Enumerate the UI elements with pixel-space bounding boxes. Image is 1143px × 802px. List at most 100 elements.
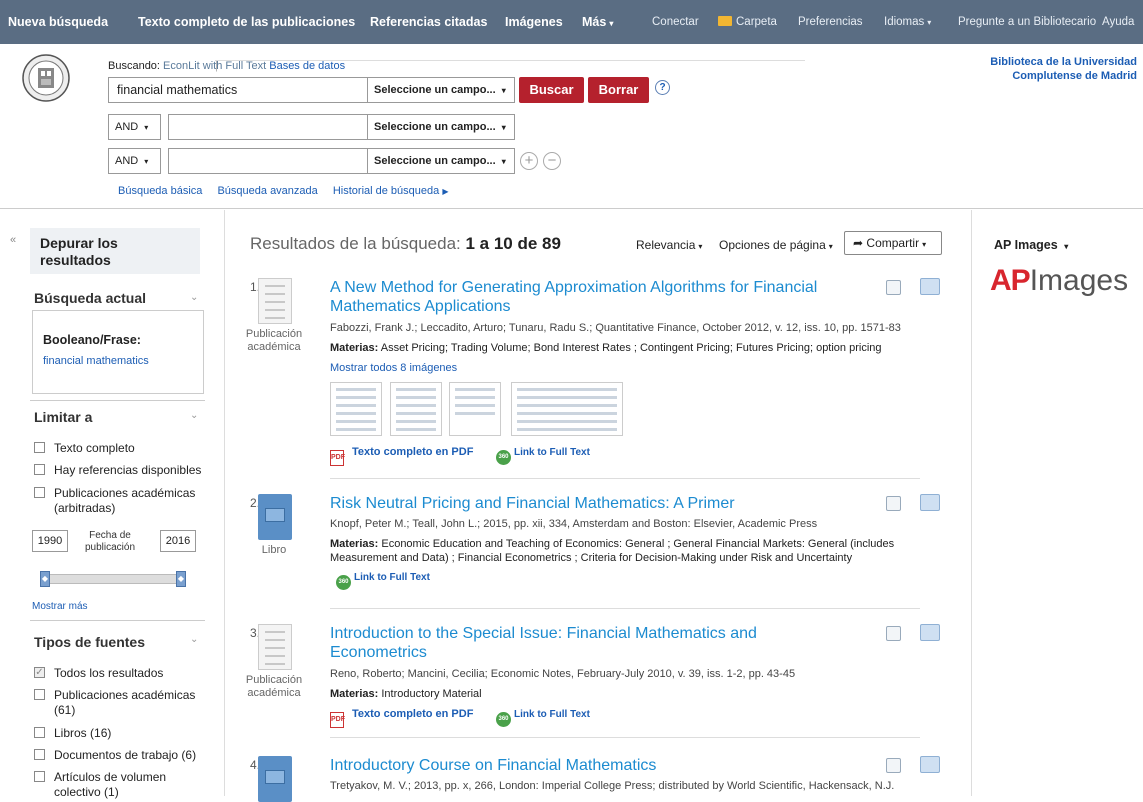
- pdf-full-text-link[interactable]: PDF Texto completo en PDF: [330, 708, 473, 728]
- image-thumbnail[interactable]: [390, 382, 442, 436]
- checkbox[interactable]: [34, 442, 45, 453]
- checkbox[interactable]: [34, 749, 45, 760]
- result-subjects: Materias: Introductory Material: [330, 687, 910, 701]
- nav-sign-in[interactable]: Conectar: [652, 0, 699, 44]
- nav-more[interactable]: Más ▾: [582, 0, 613, 44]
- limit-full-text[interactable]: Texto completo: [34, 441, 135, 456]
- source-working-papers[interactable]: Documentos de trabajo (6): [34, 748, 196, 763]
- limit-peer-reviewed[interactable]: Publicaciones académicas (arbitradas): [34, 486, 204, 516]
- result-item: 4. Introductory Course on Financial Math…: [244, 756, 944, 802]
- nav-full-text-publications[interactable]: Texto completo de las publicaciones: [138, 0, 355, 44]
- add-row-icon[interactable]: +: [520, 152, 538, 170]
- checkbox[interactable]: [34, 689, 45, 700]
- date-slider-track[interactable]: [40, 574, 185, 584]
- field-select-2[interactable]: Seleccione un campo... ▾: [367, 114, 515, 140]
- field-select-1[interactable]: Seleccione un campo... ▾: [367, 77, 515, 103]
- checkbox-label: Todos los resultados: [54, 666, 164, 680]
- book-icon[interactable]: [258, 494, 292, 540]
- ap-images-title: AP Images: [994, 238, 1058, 252]
- checkbox[interactable]: [34, 464, 45, 475]
- year-to-input[interactable]: 2016: [160, 530, 196, 552]
- chevron-down-icon[interactable]: ⌄: [190, 634, 198, 645]
- add-to-folder-icon[interactable]: [920, 494, 940, 511]
- search-button[interactable]: Buscar: [519, 77, 584, 103]
- link-to-full-text[interactable]: 360 Link to Full Text: [496, 709, 590, 727]
- pdf-full-text-link[interactable]: PDF Texto completo en PDF: [330, 446, 473, 466]
- publication-type: Publicación académica: [245, 674, 303, 699]
- search-input-2[interactable]: [168, 114, 368, 140]
- field-select-3[interactable]: Seleccione un campo... ▾: [367, 148, 515, 174]
- advanced-search-link[interactable]: Búsqueda avanzada: [217, 185, 317, 197]
- academic-publication-icon[interactable]: [258, 624, 292, 670]
- share-button[interactable]: ➦ Compartir ▾: [844, 231, 942, 255]
- source-books[interactable]: Libros (16): [34, 726, 111, 741]
- link-to-full-text[interactable]: 360 Link to Full Text: [496, 447, 590, 465]
- slider-handle-right[interactable]: ◆: [176, 571, 186, 587]
- result-title-link[interactable]: Risk Neutral Pricing and Financial Mathe…: [330, 494, 850, 513]
- preview-magnifier-icon[interactable]: [886, 758, 901, 773]
- search-history-link[interactable]: Historial de búsqueda ▶: [333, 185, 449, 197]
- preview-magnifier-icon[interactable]: [886, 626, 901, 641]
- chevron-down-icon[interactable]: ⌄: [190, 292, 198, 303]
- show-more-link[interactable]: Mostrar más: [32, 601, 88, 612]
- institution-name[interactable]: Biblioteca de la Universidad Complutense…: [990, 55, 1137, 83]
- bool-select-2[interactable]: AND ▾: [108, 114, 161, 140]
- databases-link[interactable]: Bases de datos: [269, 60, 345, 72]
- nav-new-search[interactable]: Nueva búsqueda: [8, 0, 108, 44]
- basic-search-link[interactable]: Búsqueda básica: [118, 185, 202, 197]
- sort-relevance-dropdown[interactable]: Relevancia ▾: [636, 238, 702, 252]
- checkmark-icon[interactable]: ✓: [34, 667, 45, 678]
- add-to-folder-icon[interactable]: [920, 624, 940, 641]
- checkbox-label: Publicaciones académicas (61): [54, 688, 196, 717]
- results-heading: Resultados de la búsqueda: 1 a 10 de 89: [250, 234, 561, 254]
- ap-images-logo[interactable]: APImages: [990, 264, 1128, 298]
- show-all-images-link[interactable]: Mostrar todos 8 imágenes: [330, 362, 457, 374]
- preview-magnifier-icon[interactable]: [886, 496, 901, 511]
- limit-to-heading[interactable]: Limitar a: [34, 409, 92, 425]
- checkbox[interactable]: [34, 727, 45, 738]
- ap-images-dropdown[interactable]: AP Images ▾: [994, 238, 1068, 252]
- ap-logo-text: Images: [1029, 264, 1129, 297]
- preview-magnifier-icon[interactable]: [886, 280, 901, 295]
- search-input-1[interactable]: financial mathematics: [108, 77, 368, 103]
- checkbox[interactable]: [34, 487, 45, 498]
- nav-ask-librarian[interactable]: Pregunte a un Bibliotecario: [958, 0, 1096, 44]
- nav-help[interactable]: Ayuda: [1102, 0, 1134, 44]
- nav-languages[interactable]: Idiomas ▾: [884, 0, 931, 44]
- chevron-down-icon: ▾: [501, 123, 506, 132]
- limit-references-available[interactable]: Hay referencias disponibles: [34, 463, 201, 478]
- remove-row-icon[interactable]: −: [543, 152, 561, 170]
- clear-button[interactable]: Borrar: [588, 77, 649, 103]
- help-icon[interactable]: ?: [655, 80, 670, 95]
- nav-folder[interactable]: Carpeta: [718, 0, 777, 44]
- checkbox[interactable]: [34, 771, 45, 782]
- image-thumbnail[interactable]: [511, 382, 623, 436]
- page-options-dropdown[interactable]: Opciones de página ▾: [719, 238, 833, 252]
- result-title-link[interactable]: A New Method for Generating Approximatio…: [330, 278, 850, 316]
- nav-cited-references[interactable]: Referencias citadas: [370, 0, 487, 44]
- year-from-input[interactable]: 1990: [32, 530, 68, 552]
- academic-publication-icon[interactable]: [258, 278, 292, 324]
- collapse-sidebar-icon[interactable]: «: [10, 234, 16, 246]
- boolean-phrase-value[interactable]: financial mathematics: [43, 355, 149, 367]
- current-search-heading[interactable]: Búsqueda actual: [34, 290, 146, 306]
- source-types-heading[interactable]: Tipos de fuentes: [34, 634, 145, 650]
- search-input-3[interactable]: [168, 148, 368, 174]
- add-to-folder-icon[interactable]: [920, 756, 940, 773]
- link-to-full-text[interactable]: 360 Link to Full Text: [336, 572, 430, 590]
- subjects-value: Economic Education and Teaching of Econo…: [330, 538, 895, 564]
- source-academic[interactable]: Publicaciones académicas (61): [34, 688, 204, 718]
- add-to-folder-icon[interactable]: [920, 278, 940, 295]
- image-thumbnail[interactable]: [330, 382, 382, 436]
- share-icon: ➦: [853, 236, 864, 250]
- image-thumbnail[interactable]: [449, 382, 501, 436]
- source-all-results[interactable]: ✓ Todos los resultados: [34, 666, 163, 681]
- bool-select-3[interactable]: AND ▾: [108, 148, 161, 174]
- chevron-down-icon[interactable]: ⌄: [190, 410, 198, 421]
- result-title-link[interactable]: Introduction to the Special Issue: Finan…: [330, 624, 850, 662]
- result-title-link[interactable]: Introductory Course on Financial Mathema…: [330, 756, 850, 775]
- nav-images[interactable]: Imágenes: [505, 0, 563, 44]
- nav-preferences[interactable]: Preferencias: [798, 0, 863, 44]
- slider-handle-left[interactable]: ◆: [40, 571, 50, 587]
- book-icon[interactable]: [258, 756, 292, 802]
